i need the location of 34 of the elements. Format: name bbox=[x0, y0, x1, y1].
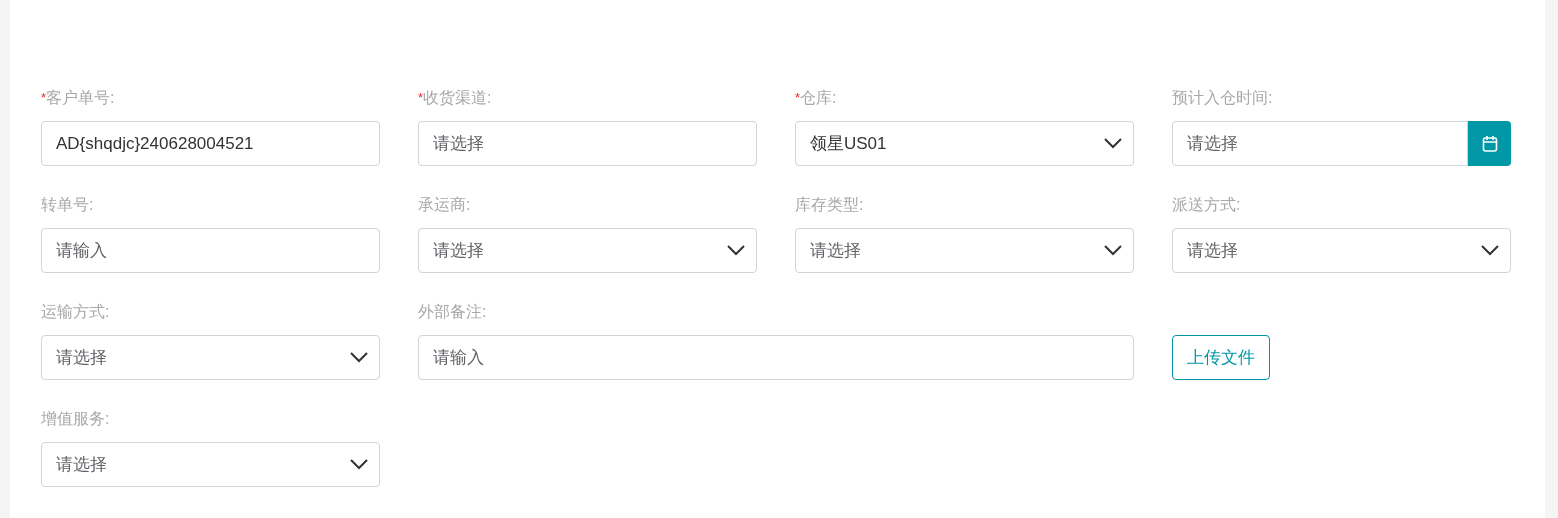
select-field[interactable]: 请选择 bbox=[41, 335, 380, 380]
calendar-icon bbox=[1481, 134, 1498, 153]
chevron-down-icon bbox=[350, 459, 368, 470]
required-asterisk: * bbox=[41, 90, 47, 107]
field-label: 预计入仓时间: bbox=[1172, 88, 1273, 108]
select-field[interactable]: 请选择 bbox=[1172, 228, 1511, 273]
chevron-down-icon bbox=[1104, 245, 1122, 256]
field-label: 增值服务: bbox=[41, 409, 110, 429]
field-label: 转单号: bbox=[41, 195, 94, 215]
input-field[interactable]: 请选择 bbox=[418, 121, 757, 166]
field-label: 运输方式: bbox=[41, 302, 110, 322]
calendar-button[interactable] bbox=[1468, 121, 1511, 166]
select-field[interactable]: 请选择 bbox=[795, 228, 1134, 273]
chevron-down-icon bbox=[727, 245, 745, 256]
select-field[interactable]: 请选择 bbox=[41, 442, 380, 487]
field-label: 库存类型: bbox=[795, 195, 864, 215]
date-field[interactable]: 请选择 bbox=[1172, 121, 1468, 166]
chevron-down-icon bbox=[350, 352, 368, 363]
field-label: 客户单号: bbox=[46, 88, 115, 108]
upload-button[interactable]: 上传文件 bbox=[1172, 335, 1270, 380]
field-label: 派送方式: bbox=[1172, 195, 1241, 215]
chevron-down-icon bbox=[1104, 138, 1122, 149]
field-label: 仓库: bbox=[800, 88, 837, 108]
field-label: 外部备注: bbox=[418, 302, 487, 322]
field-label: 收货渠道: bbox=[423, 88, 492, 108]
field-label: 承运商: bbox=[418, 195, 471, 215]
chevron-down-icon bbox=[1481, 245, 1499, 256]
select-field[interactable]: 请选择 bbox=[418, 228, 757, 273]
select-field[interactable]: 领星US01 bbox=[795, 121, 1134, 166]
input-field[interactable]: 请输入 bbox=[418, 335, 1134, 380]
input-field[interactable]: 请输入 bbox=[41, 228, 380, 273]
required-asterisk: * bbox=[795, 89, 801, 107]
input-field[interactable]: AD{shqdjc}240628004521 bbox=[41, 121, 380, 166]
required-asterisk: * bbox=[418, 89, 424, 107]
